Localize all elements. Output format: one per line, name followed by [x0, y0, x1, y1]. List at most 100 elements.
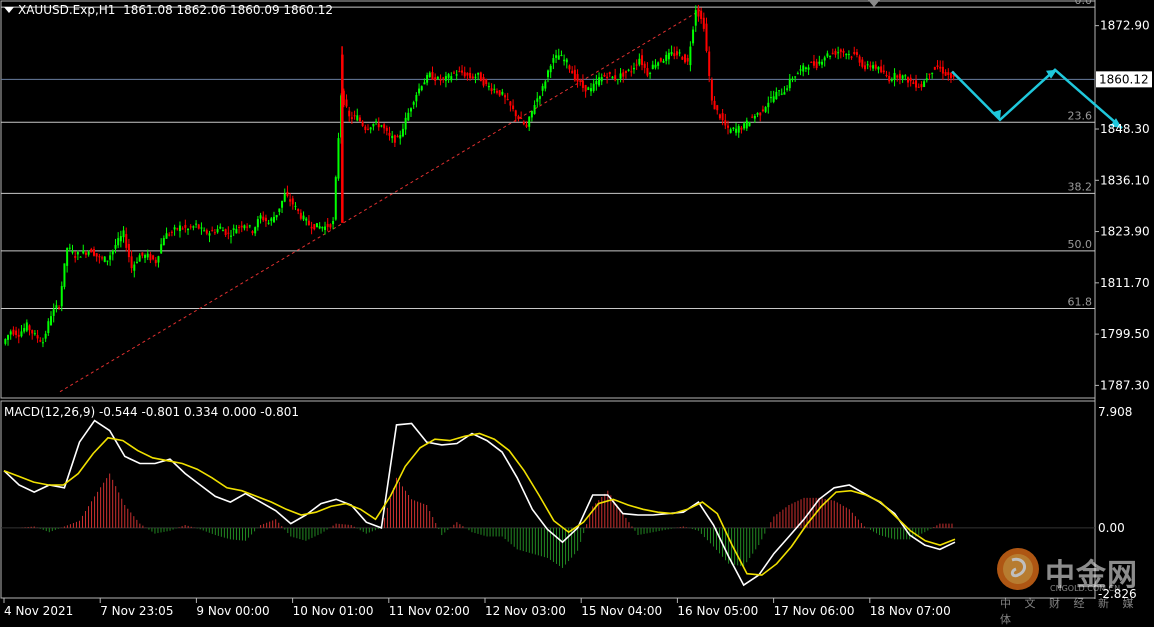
candle-body	[614, 75, 617, 81]
candle-body	[807, 67, 810, 70]
candle-body	[616, 79, 619, 81]
candle-body	[213, 232, 216, 234]
candle-body	[748, 121, 751, 127]
candle-body	[71, 250, 74, 253]
candle-body	[329, 224, 332, 228]
candle-body	[275, 214, 278, 218]
candle-body	[109, 255, 112, 260]
candle-body	[380, 125, 383, 127]
candle-body	[772, 96, 775, 102]
candle-body	[452, 72, 455, 74]
candle-body	[487, 86, 490, 88]
candle-body	[165, 233, 168, 239]
candle-body	[356, 115, 359, 121]
candle-body	[802, 65, 805, 72]
current-price-tag: 1860.12	[1096, 71, 1152, 88]
candle-body	[130, 256, 133, 269]
candle-body	[571, 70, 574, 74]
candle-body	[670, 52, 673, 55]
candle-body	[444, 76, 447, 81]
macd-indicator	[1, 419, 1095, 587]
fib-level-label: 38.2	[1068, 180, 1093, 193]
candle-body	[369, 127, 372, 130]
candle-body	[579, 80, 582, 82]
candle-body	[364, 126, 367, 130]
candles	[4, 4, 955, 348]
fib-level-label: 0.0	[1075, 0, 1093, 7]
candle-body	[834, 50, 837, 55]
candle-body	[799, 69, 802, 71]
candle-body	[732, 127, 735, 129]
candle-body	[533, 105, 536, 114]
candle-body	[525, 124, 528, 127]
candle-body	[874, 64, 877, 69]
candle-body	[267, 222, 270, 224]
candle-body	[541, 86, 544, 91]
candle-body	[600, 77, 603, 82]
candle-body	[235, 229, 238, 234]
candle-body	[55, 305, 58, 309]
candle-body	[713, 100, 716, 110]
candle-body	[17, 334, 20, 337]
candle-body	[735, 128, 738, 133]
time-tick-label: 16 Nov 05:00	[677, 604, 758, 618]
time-tick-label: 18 Nov 07:00	[870, 604, 951, 618]
candle-body	[923, 81, 926, 88]
candle-body	[675, 51, 678, 56]
candle-body	[697, 8, 700, 17]
fib-level-label: 61.8	[1068, 295, 1093, 308]
candle-body	[82, 250, 85, 254]
candle-body	[203, 230, 206, 232]
candle-body	[144, 255, 147, 258]
candle-body	[619, 73, 622, 79]
candle-body	[657, 62, 660, 66]
candle-body	[538, 96, 541, 99]
candle-body	[216, 229, 219, 233]
candle-body	[700, 10, 703, 19]
candle-body	[307, 220, 310, 226]
candle-body	[853, 52, 856, 54]
candle-body	[289, 199, 292, 202]
candle-body	[632, 67, 635, 70]
candle-body	[299, 212, 302, 219]
candle-body	[256, 219, 259, 228]
shift-marker-icon[interactable]	[868, 0, 880, 7]
candle-body	[383, 124, 386, 129]
candle-body	[939, 66, 942, 69]
trendline[interactable]	[59, 10, 701, 393]
price-tick-label: 1836.10	[1100, 173, 1150, 187]
candle-body	[888, 76, 891, 82]
candle-body	[823, 57, 826, 61]
candle-body	[135, 261, 138, 263]
candle-body	[385, 127, 388, 131]
candle-body	[595, 81, 598, 85]
candle-body	[423, 82, 426, 85]
candle-body	[522, 121, 525, 125]
candle-body	[25, 322, 28, 331]
candle-body	[474, 76, 477, 78]
price-tick-label: 1787.30	[1100, 378, 1150, 392]
fib-level-label: 50.0	[1068, 238, 1093, 251]
chart-header: XAUUSD.Exp,H1 1861.08 1862.06 1860.09 18…	[2, 3, 333, 17]
candle-body	[15, 330, 18, 336]
dropdown-triangle-icon[interactable]	[4, 7, 14, 13]
candle-body	[598, 77, 601, 86]
candle-body	[791, 78, 794, 81]
candle-body	[654, 64, 657, 68]
candle-body	[759, 112, 762, 116]
candle-body	[466, 72, 469, 76]
candle-body	[350, 117, 353, 119]
candle-body	[409, 108, 412, 112]
candle-body	[589, 88, 592, 92]
candle-body	[133, 264, 136, 271]
candle-body	[208, 233, 211, 236]
candle-body	[251, 231, 254, 234]
candle-body	[20, 331, 23, 337]
candle-body	[710, 79, 713, 101]
candle-body	[780, 93, 783, 95]
candle-body	[294, 205, 297, 207]
candle-body	[536, 98, 539, 102]
candle-body	[603, 74, 606, 77]
macd-line	[3, 419, 956, 587]
candle-body	[302, 215, 305, 220]
